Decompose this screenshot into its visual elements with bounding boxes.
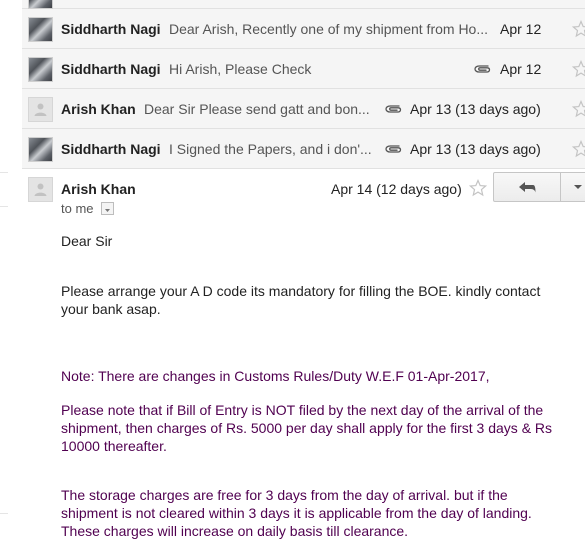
collapsed-message-row[interactable]: Siddharth Nagi I Signed the Papers, and … <box>22 129 585 169</box>
sender-name[interactable]: Arish Khan <box>61 181 136 197</box>
message-date: Apr 12 <box>500 21 542 37</box>
person-silhouette-icon <box>34 183 47 196</box>
star-icon[interactable] <box>572 20 585 38</box>
message-date: Apr 13 (13 days ago) <box>410 101 541 117</box>
collapsed-message-row[interactable]: Arish Khan Dear Sir Please send gatt and… <box>22 89 585 129</box>
message-snippet: Hi Arish, Please Check <box>169 61 312 77</box>
quoted-paragraph: The storage charges are free for 3 days … <box>61 487 532 539</box>
recipient-label: to me <box>61 201 94 216</box>
body-paragraph: Please arrange your A D code its mandato… <box>61 283 541 317</box>
conversation-thread: Siddharth Nagi Dear Arish, Recently one … <box>22 0 585 542</box>
star-icon[interactable] <box>572 140 585 158</box>
left-gutter <box>0 0 22 543</box>
gutter-divider <box>0 172 8 173</box>
star-icon[interactable] <box>572 100 585 118</box>
reply-arrow-icon <box>519 182 536 193</box>
sender-name: Siddharth Nagi <box>61 141 161 157</box>
sender-avatar <box>28 137 53 162</box>
reply-button-group <box>493 172 585 202</box>
reply-button[interactable] <box>494 173 560 201</box>
message-snippet: Dear Sir Please send gatt and bon... <box>144 101 370 117</box>
message-date: Apr 14 (12 days ago) <box>331 181 462 197</box>
gutter-divider <box>0 513 8 514</box>
sender-name: Siddharth Nagi <box>61 61 161 77</box>
show-details-button[interactable] <box>101 202 114 215</box>
message-snippet: Dear Arish, Recently one of my shipment … <box>169 21 489 37</box>
customs-note: Note: There are changes in Customs Rules… <box>61 368 490 384</box>
gutter-divider <box>0 206 8 207</box>
message-snippet: I Signed the Papers, and i don'... <box>169 141 372 157</box>
sender-avatar <box>28 177 53 202</box>
collapsed-message-row[interactable] <box>22 0 585 9</box>
star-icon[interactable] <box>572 60 585 78</box>
greeting-text: Dear Sir <box>61 233 113 249</box>
paperclip-icon <box>385 105 402 113</box>
collapsed-message-row[interactable]: Siddharth Nagi Dear Arish, Recently one … <box>22 9 585 49</box>
sender-name: Arish Khan <box>61 101 136 117</box>
paperclip-icon <box>474 65 491 73</box>
caret-down-icon <box>574 185 582 189</box>
star-icon[interactable] <box>469 179 487 197</box>
paperclip-icon <box>385 145 402 153</box>
sender-avatar <box>28 97 53 122</box>
sender-avatar <box>28 0 53 9</box>
collapsed-message-row[interactable]: Siddharth Nagi Hi Arish, Please Check Ap… <box>22 49 585 89</box>
quoted-paragraph: Please note that if Bill of Entry is NOT… <box>61 402 553 454</box>
more-options-button[interactable] <box>560 173 585 201</box>
person-silhouette-icon <box>34 103 47 116</box>
message-date: Apr 13 (13 days ago) <box>410 141 541 157</box>
expanded-message: Arish Khan Apr 14 (12 days ago) to me De… <box>22 169 585 542</box>
caret-down-icon <box>105 209 110 212</box>
sender-avatar <box>28 57 53 82</box>
sender-avatar <box>28 17 53 42</box>
message-date: Apr 12 <box>500 61 542 77</box>
sender-name: Siddharth Nagi <box>61 21 161 37</box>
